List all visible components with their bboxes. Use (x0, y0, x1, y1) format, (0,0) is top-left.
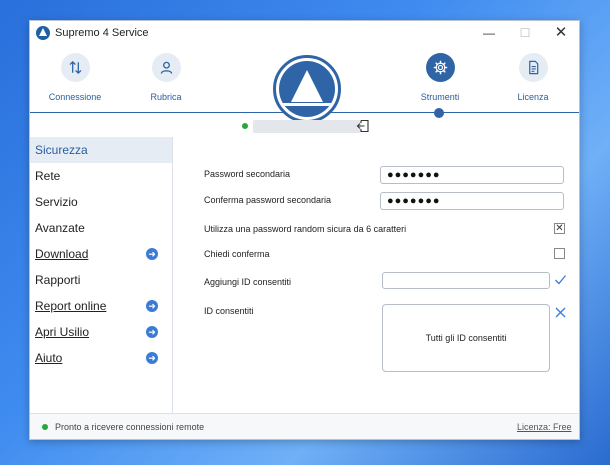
add-ids-label: Aggiungi ID consentiti (204, 277, 292, 287)
document-icon (518, 53, 548, 82)
tool-licenza-label: Licenza (517, 92, 549, 102)
app-window: Supremo 4 Service — ☐ ✕ Connessione Rubr… (29, 20, 580, 440)
redacted-id (253, 120, 361, 133)
ask-confirm-checkbox[interactable] (554, 248, 565, 259)
tool-rubrica[interactable]: Rubrica (126, 53, 206, 102)
swap-arrows-icon (60, 53, 90, 82)
supremo-logo-icon (36, 26, 50, 40)
maximize-button[interactable]: ☐ (507, 21, 543, 45)
window-title: Supremo 4 Service (55, 27, 149, 39)
close-button[interactable]: ✕ (543, 21, 579, 45)
title-bar: Supremo 4 Service — ☐ ✕ (30, 21, 579, 45)
supremo-logo (273, 55, 341, 123)
confirm-add-id-icon[interactable] (554, 273, 567, 286)
sidebar-item-avanzate[interactable]: Avanzate (30, 215, 172, 241)
allowed-ids-list[interactable]: Tutti gli ID consentiti (382, 304, 550, 372)
sidebar-item-rete[interactable]: Rete (30, 163, 172, 189)
status-text: Pronto a ricevere connessioni remote (55, 422, 205, 432)
tool-strumenti-label: Strumenti (420, 92, 460, 102)
remove-id-icon[interactable] (554, 306, 567, 319)
user-icon (151, 53, 181, 82)
status-bar: Pronto a ricevere connessioni remote Lic… (30, 413, 579, 439)
security-settings-panel: Password secondaria ●●●●●●● Conferma pas… (174, 137, 579, 413)
tool-connessione[interactable]: Connessione (35, 53, 115, 102)
arrow-right-icon: ➜ (146, 352, 158, 364)
gear-icon (425, 53, 455, 82)
logout-icon[interactable] (356, 119, 370, 133)
online-indicator-icon (242, 123, 248, 129)
secondary-password-label: Password secondaria (204, 169, 291, 179)
sidebar-item-sicurezza[interactable]: Sicurezza (30, 137, 172, 163)
allowed-ids-label: ID consentiti (204, 306, 254, 316)
secondary-password-field[interactable]: ●●●●●●● (380, 166, 564, 184)
arrow-right-icon: ➜ (146, 300, 158, 312)
license-link[interactable]: Licenza: Free (517, 422, 572, 432)
tool-rubrica-label: Rubrica (150, 92, 182, 102)
sidebar-item-aiuto[interactable]: Aiuto ➜ (30, 345, 172, 371)
allowed-ids-content: Tutti gli ID consentiti (425, 333, 507, 343)
active-tab-indicator (434, 108, 444, 118)
random-password-label: Utilizza una password random sicura da 6… (204, 224, 407, 234)
tool-licenza[interactable]: Licenza (493, 53, 573, 102)
confirm-password-label: Conferma password secondaria (204, 195, 332, 205)
sidebar-item-download[interactable]: Download ➜ (30, 241, 172, 267)
connection-status (242, 120, 372, 134)
arrow-right-icon: ➜ (146, 326, 158, 338)
add-id-input[interactable] (382, 272, 550, 289)
sidebar-item-rapporti[interactable]: Rapporti (30, 267, 172, 293)
sidebar-item-servizio[interactable]: Servizio (30, 189, 172, 215)
status-online-icon (42, 424, 48, 430)
tool-connessione-label: Connessione (48, 92, 102, 102)
confirm-password-field[interactable]: ●●●●●●● (380, 192, 564, 210)
random-password-checkbox[interactable]: ✕ (554, 223, 565, 234)
settings-sidebar: Sicurezza Rete Servizio Avanzate Downloa… (30, 137, 173, 413)
sidebar-item-report-online[interactable]: Report online ➜ (30, 293, 172, 319)
minimize-button[interactable]: — (471, 21, 507, 45)
ask-confirm-label: Chiedi conferma (204, 249, 270, 259)
tool-strumenti[interactable]: Strumenti (400, 53, 480, 102)
arrow-right-icon: ➜ (146, 248, 158, 260)
sidebar-item-apri-usilio[interactable]: Apri Usilio ➜ (30, 319, 172, 345)
